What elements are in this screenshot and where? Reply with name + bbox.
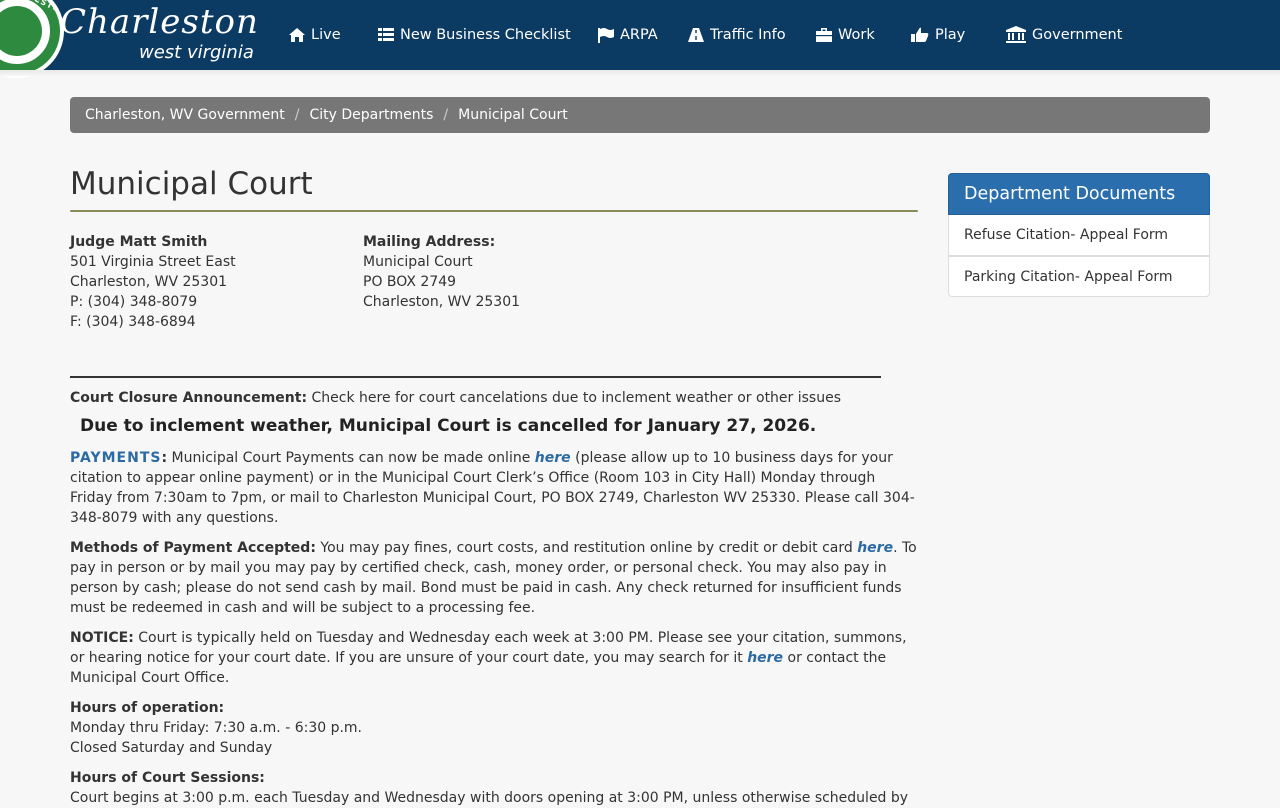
page-title: Municipal Court	[70, 166, 313, 202]
payment-methods-paragraph: Methods of Payment Accepted: You may pay…	[70, 538, 920, 618]
nav-live-label: Live	[311, 27, 341, 43]
notice-paragraph: NOTICE: Court is typically held on Tuesd…	[70, 628, 920, 688]
road-icon	[688, 28, 704, 42]
city-seal-logo[interactable]: CHARLESTON	[0, 0, 64, 78]
judge-city: Charleston, WV 25301	[70, 274, 228, 290]
header-shadow	[0, 70, 1280, 76]
mailing-address: Mailing Address: Municipal Court PO BOX …	[363, 232, 520, 312]
closure-label: Court Closure Announcement:	[70, 390, 308, 406]
mailing-line2: PO BOX 2749	[363, 274, 457, 290]
briefcase-icon	[816, 28, 832, 42]
title-divider	[70, 210, 918, 212]
closure-announcement: Court Closure Announcement: Check here f…	[70, 388, 920, 408]
hours-weekend: Closed Saturday and Sunday	[70, 740, 273, 756]
section-divider	[70, 376, 881, 378]
department-documents-heading: Department Documents	[948, 173, 1210, 215]
breadcrumb: Charleston, WV Government / City Departm…	[70, 97, 1210, 133]
brand-subtitle[interactable]: west virginia	[139, 42, 254, 63]
thumbs-up-icon	[911, 27, 929, 42]
flag-icon	[598, 28, 614, 43]
mailing-line1: Municipal Court	[363, 254, 473, 270]
nav-play-label: Play	[935, 27, 966, 43]
institution-icon	[1006, 26, 1026, 43]
department-documents-panel: Department Documents Refuse Citation- Ap…	[948, 173, 1210, 297]
hours-of-operation: Hours of operation: Monday thru Friday: …	[70, 698, 920, 758]
breadcrumb-separator: /	[294, 107, 300, 123]
sessions-label: Hours of Court Sessions:	[70, 770, 265, 786]
judge-name: Judge Matt Smith	[70, 234, 208, 250]
payments-text-before: Municipal Court Payments can now be made…	[167, 450, 535, 466]
nav-work[interactable]: Work	[815, 24, 875, 46]
payments-label: PAYMENTS	[70, 450, 162, 466]
nav-arpa[interactable]: ARPA	[597, 24, 658, 46]
hours-label: Hours of operation:	[70, 700, 225, 716]
breadcrumb-separator: /	[443, 107, 449, 123]
parking-citation-appeal-link[interactable]: Parking Citation- Appeal Form	[948, 256, 1210, 297]
mailing-label: Mailing Address:	[363, 234, 496, 250]
judge-fax: F: (304) 348-6894	[70, 314, 196, 330]
breadcrumb-home[interactable]: Charleston, WV Government	[85, 107, 285, 123]
list-icon	[378, 28, 394, 41]
home-icon	[289, 28, 305, 42]
methods-label: Methods of Payment Accepted:	[70, 540, 316, 556]
nav-traffic-info[interactable]: Traffic Info	[687, 24, 786, 46]
sessions-text: Court begins at 3:00 p.m. each Tuesday a…	[70, 790, 909, 806]
notice-search-link[interactable]: here	[747, 650, 783, 666]
nav-traffic-label: Traffic Info	[710, 27, 786, 43]
hours-weekday: Monday thru Friday: 7:30 a.m. - 6:30 p.m…	[70, 720, 363, 736]
mailing-line3: Charleston, WV 25301	[363, 294, 521, 310]
nav-arpa-label: ARPA	[620, 27, 658, 43]
brand-name[interactable]: Charleston	[60, 2, 259, 42]
nav-live[interactable]: Live	[288, 24, 341, 46]
breadcrumb-current: Municipal Court	[458, 107, 568, 123]
nav-new-business-checklist[interactable]: New Business Checklist	[377, 24, 571, 46]
notice-label: NOTICE:	[70, 630, 134, 646]
court-sessions: Hours of Court Sessions: Court begins at…	[70, 768, 920, 808]
nav-government-label: Government	[1032, 27, 1123, 43]
closure-text[interactable]: Check here for court cancelations due to…	[307, 390, 842, 406]
methods-text-before: You may pay fines, court costs, and rest…	[315, 540, 858, 556]
nav-play[interactable]: Play	[910, 24, 965, 46]
nav-government[interactable]: Government	[1005, 24, 1122, 46]
top-navbar: CHARLESTON Charleston west virginia Live…	[0, 0, 1280, 78]
judge-contact: Judge Matt Smith 501 Virginia Street Eas…	[70, 232, 236, 332]
methods-pay-link[interactable]: here	[857, 540, 893, 556]
payments-paragraph: PAYMENTS: Municipal Court Payments can n…	[70, 448, 920, 528]
judge-phone: P: (304) 348-8079	[70, 294, 198, 310]
judge-street: 501 Virginia Street East	[70, 254, 236, 270]
breadcrumb-departments[interactable]: City Departments	[310, 107, 434, 123]
nav-checklist-label: New Business Checklist	[400, 27, 571, 43]
weather-cancel-notice: Due to inclement weather, Municipal Cour…	[80, 416, 817, 436]
payments-online-link[interactable]: here	[535, 450, 571, 466]
refuse-citation-appeal-link[interactable]: Refuse Citation- Appeal Form	[948, 215, 1210, 256]
nav-work-label: Work	[838, 27, 875, 43]
